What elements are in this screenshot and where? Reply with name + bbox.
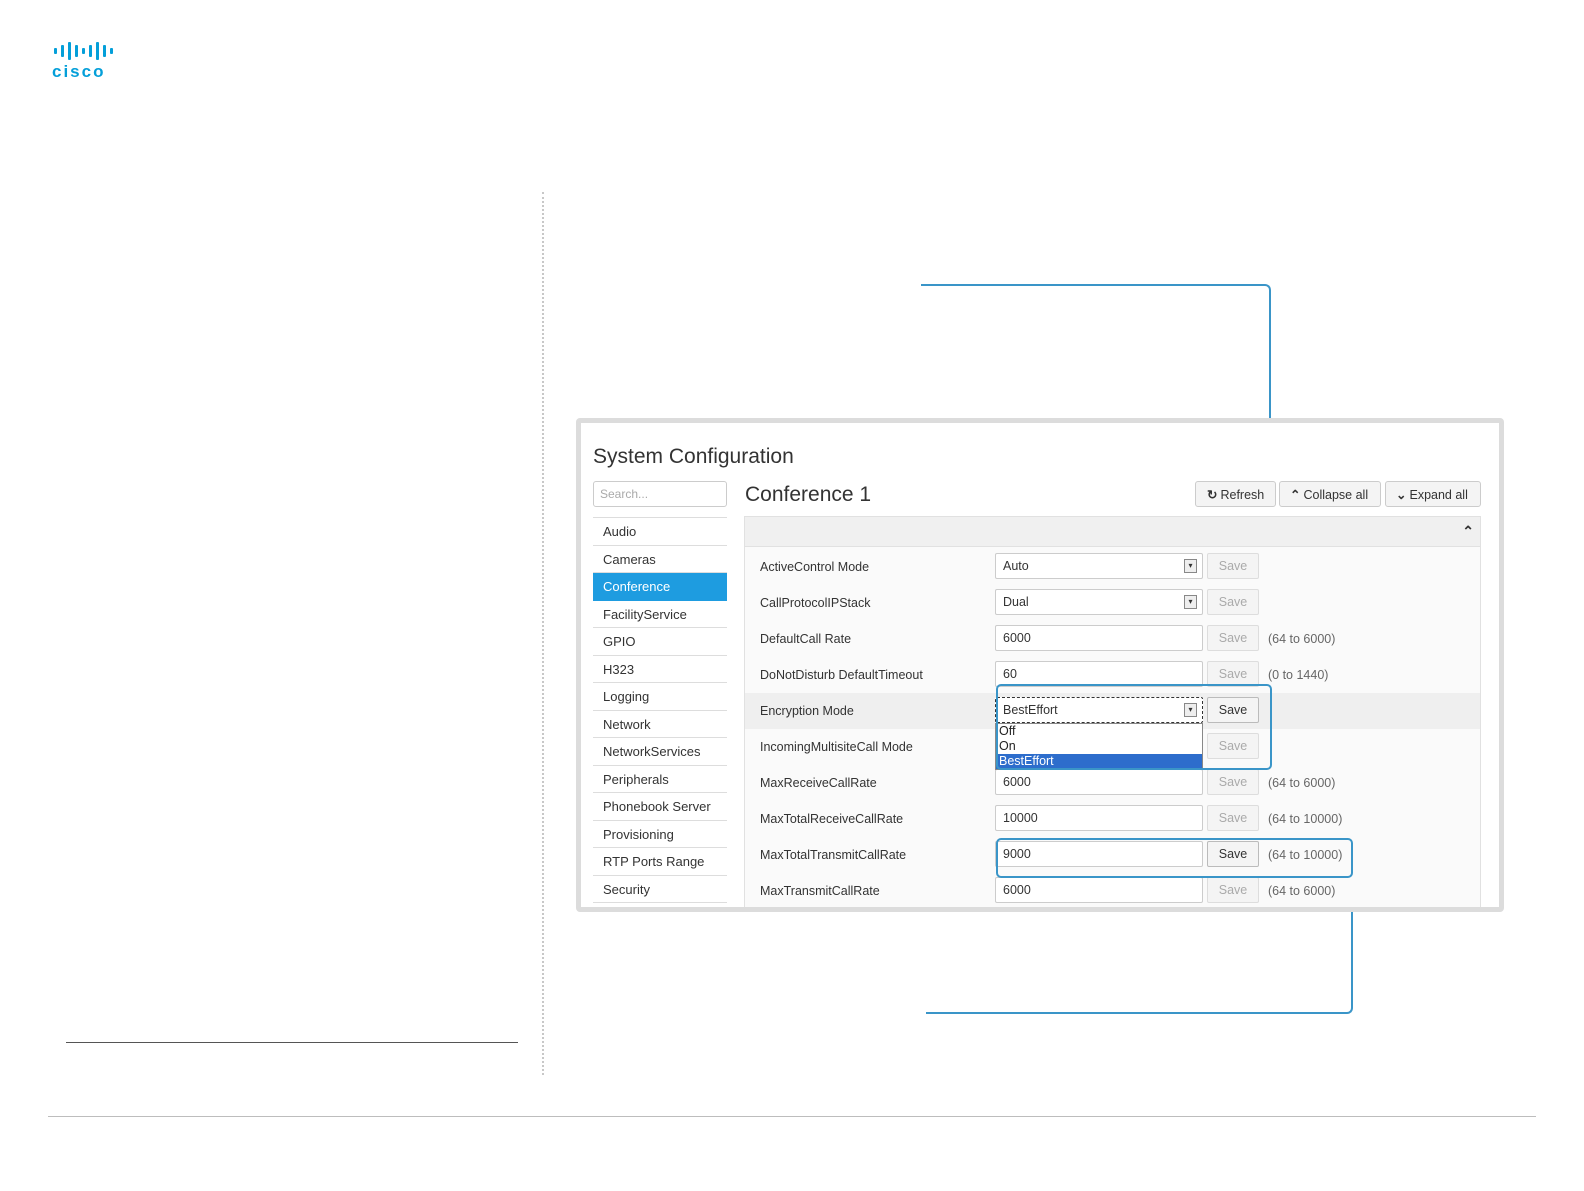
setting-row-maxreceivecallrate: MaxReceiveCallRate 6000 Save (64 to 6000… [745,765,1480,801]
callprotocolipstack-select[interactable]: Dual ▾ [995,589,1203,615]
nav-item-peripherals[interactable]: Peripherals [593,766,727,793]
chevron-up-icon: ⌃ [1290,488,1301,502]
range-hint: (0 to 1440) [1268,668,1329,682]
dropdown-arrow-icon[interactable]: ▾ [1184,595,1197,609]
setting-label: ActiveControl Mode [760,560,870,574]
chevron-down-icon: ⌄ [1396,488,1407,502]
range-hint: (64 to 6000) [1268,884,1336,898]
defaultcall-rate-input[interactable]: 6000 [995,625,1203,651]
encryption-highlight-box [996,684,1272,770]
refresh-icon: ↻ [1207,488,1218,502]
range-hint: (64 to 6000) [1268,632,1336,646]
nav-item-provisioning[interactable]: Provisioning [593,821,727,848]
nav-item-logging[interactable]: Logging [593,683,727,711]
nav-item-phonebook-server[interactable]: Phonebook Server [593,793,727,821]
setting-label: DefaultCall Rate [760,632,852,646]
maxtransmitcallrate-input[interactable]: 6000 [995,877,1203,903]
setting-label: CallProtocolIPStack [760,596,871,610]
setting-label: MaxReceiveCallRate [760,776,877,790]
section-title: Conference 1 [745,483,872,506]
expand-all-button[interactable]: ⌄ Expand all [1385,481,1481,507]
setting-label: MaxTotalReceiveCallRate [760,812,904,826]
cisco-logo: cisco [52,42,128,82]
footer-rule [48,1116,1536,1117]
cisco-wordmark: cisco [52,62,106,81]
save-button[interactable]: Save [1207,877,1259,903]
save-button[interactable]: Save [1207,553,1259,579]
setting-row-callprotocolipstack: CallProtocolIPStack Dual ▾ Save [745,585,1480,621]
setting-label: IncomingMultisiteCall Mode [760,740,913,754]
refresh-button[interactable]: ↻ Refresh [1195,481,1276,507]
setting-label: MaxTransmitCallRate [760,884,880,898]
setting-label: MaxTotalTransmitCallRate [760,848,907,862]
nav-item-network[interactable]: Network [593,711,727,738]
nav-item-facilityservice[interactable]: FacilityService [593,601,727,628]
save-button[interactable]: Save [1207,805,1259,831]
nav-item-security[interactable]: Security [593,876,727,903]
range-hint: (64 to 10000) [1268,812,1343,826]
settings-nav: Audio Cameras Conference FacilityService… [593,517,727,903]
dropdown-arrow-icon[interactable]: ▾ [1184,559,1197,573]
nav-item-h323[interactable]: H323 [593,656,727,683]
save-button[interactable]: Save [1207,589,1259,615]
search-input[interactable]: Search... [593,481,727,507]
column-divider [542,192,544,1075]
maxtotaltransmit-highlight-box [996,838,1353,878]
save-button[interactable]: Save [1207,625,1259,651]
nav-item-networkservices[interactable]: NetworkServices [593,738,727,766]
setting-row-defaultcall-rate: DefaultCall Rate 6000 Save (64 to 6000) [745,621,1480,657]
setting-row-activecontrol-mode: ActiveControl Mode Auto ▾ Save [745,549,1480,585]
setting-row-maxtotalreceivecallrate: MaxTotalReceiveCallRate 10000 Save (64 t… [745,801,1480,837]
page-title: System Configuration [593,445,794,468]
setting-label: Encryption Mode [760,704,854,718]
collapse-all-button[interactable]: ⌃ Collapse all [1279,481,1381,507]
group-header[interactable]: ⌃ [745,517,1480,547]
nav-item-cameras[interactable]: Cameras [593,546,727,573]
activecontrol-mode-select[interactable]: Auto ▾ [995,553,1203,579]
nav-item-conference[interactable]: Conference [593,573,727,601]
maxreceivecallrate-input[interactable]: 6000 [995,769,1203,795]
setting-row-maxtransmitcallrate: MaxTransmitCallRate 6000 Save (64 to 600… [745,873,1480,907]
range-hint: (64 to 6000) [1268,776,1336,790]
save-button[interactable]: Save [1207,769,1259,795]
nav-item-audio[interactable]: Audio [593,518,727,546]
left-rule [66,1042,518,1043]
setting-label: DoNotDisturb DefaultTimeout [760,668,923,682]
nav-item-gpio[interactable]: GPIO [593,628,727,656]
collapse-chevron-icon[interactable]: ⌃ [1462,523,1474,540]
nav-item-rtp-ports-range[interactable]: RTP Ports Range [593,848,727,876]
maxtotalreceivecallrate-input[interactable]: 10000 [995,805,1203,831]
cisco-bars-icon [54,42,128,60]
